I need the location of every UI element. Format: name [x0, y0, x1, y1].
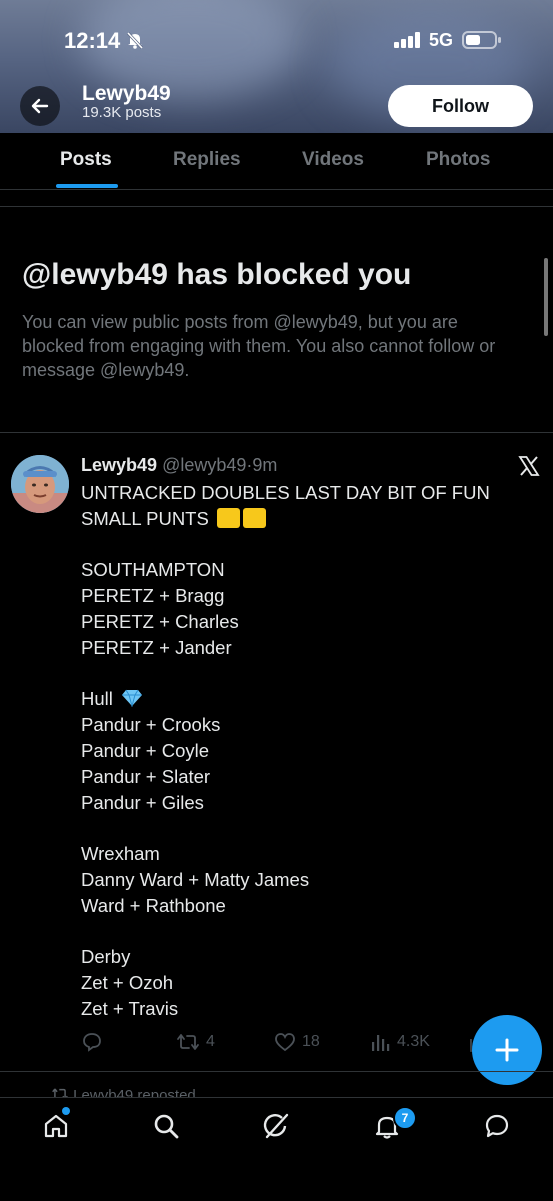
tweet-line	[81, 532, 531, 558]
arrow-left-icon	[31, 98, 49, 114]
tweet-line: Pandur + Giles	[81, 791, 204, 813]
like-count: 18	[302, 1033, 320, 1050]
tab-replies[interactable]: Replies	[173, 149, 241, 171]
reply-button[interactable]	[81, 1030, 109, 1054]
retweet-count: 4	[206, 1033, 215, 1050]
tab-videos[interactable]: Videos	[302, 149, 364, 171]
bottom-nav	[0, 1097, 553, 1201]
gem-icon	[122, 690, 143, 709]
tweet-line: PERETZ + Charles	[81, 610, 239, 632]
profile-name: Lewyb49	[82, 82, 171, 105]
tweet-line: Ward + Rathbone	[81, 894, 226, 916]
tweet-author-name[interactable]: Lewyb49	[81, 455, 157, 475]
active-tab-indicator	[56, 184, 118, 188]
home-unread-dot	[62, 1107, 70, 1115]
x-logo-icon	[518, 456, 540, 476]
bar-chart-icon	[372, 1035, 390, 1051]
tweet-line	[81, 815, 531, 841]
status-time: 12:14	[64, 28, 121, 53]
tweet-line-with-emoji: Hull	[81, 686, 531, 712]
tweet-line	[81, 661, 531, 687]
compose-button[interactable]	[472, 1015, 542, 1085]
tweet-line: Zet + Ozoh	[81, 972, 174, 994]
yellow-square-icon	[216, 507, 240, 528]
plus-icon	[495, 1038, 519, 1062]
profile-tabs: Posts Replies Videos Photos	[0, 133, 553, 190]
divider	[0, 432, 553, 433]
tweet-line: PERETZ + Jander	[81, 636, 232, 658]
notification-badge: 7	[393, 1106, 417, 1130]
tweet-line: Zet + Travis	[81, 997, 179, 1019]
tweet-line	[81, 919, 531, 945]
tweet-line: Pandur + Slater	[81, 765, 211, 787]
grok-icon[interactable]	[262, 1112, 290, 1140]
tweet-handle[interactable]: @lewyb49	[162, 455, 246, 475]
divider	[0, 206, 553, 207]
tweet-line-with-emoji: SMALL PUNTS	[81, 506, 531, 532]
bell-off-icon	[126, 31, 144, 50]
tab-photos[interactable]: Photos	[426, 149, 490, 171]
tweet-line: UNTRACKED DOUBLES LAST DAY BIT OF FUN	[81, 482, 490, 503]
views-button[interactable]: 4.3K	[371, 1030, 430, 1054]
retweet-icon	[177, 1034, 199, 1050]
retweet-button[interactable]: 4	[176, 1030, 215, 1054]
follow-button[interactable]: Follow	[388, 85, 533, 127]
network-label: 5G	[429, 30, 454, 50]
yellow-square-icon	[242, 507, 266, 528]
tweet-line: PERETZ + Bragg	[81, 585, 225, 607]
messages-icon[interactable]	[483, 1112, 511, 1140]
search-icon[interactable]	[152, 1112, 180, 1140]
blocked-title: @lewyb49 has blocked you	[22, 258, 412, 291]
tweet-time: 9m	[252, 455, 278, 475]
battery-icon	[462, 31, 501, 49]
tab-posts[interactable]: Posts	[60, 149, 112, 171]
tweet-header: Lewyb49 @lewyb49·9m	[81, 455, 278, 475]
scrollbar[interactable]	[544, 258, 548, 336]
tweet-body[interactable]: UNTRACKED DOUBLES LAST DAY BIT OF FUN SM…	[81, 480, 531, 1022]
tweet-line: Pandur + Crooks	[81, 714, 221, 736]
signal-icon	[394, 32, 420, 48]
profile-posts-count: 19.3K posts	[82, 104, 162, 121]
tweet-line: Pandur + Coyle	[81, 739, 210, 761]
tweet-line: SOUTHAMPTON	[81, 559, 225, 581]
like-button[interactable]: 18	[274, 1030, 320, 1054]
blocked-description: You can view public posts from @lewyb49,…	[22, 312, 496, 380]
tweet-line: Danny Ward + Matty James	[81, 868, 310, 890]
reply-icon	[83, 1033, 101, 1052]
avatar[interactable]	[11, 455, 69, 513]
heart-icon	[275, 1033, 295, 1052]
tweet-line: Wrexham	[81, 843, 160, 865]
tweet-actions: 4 18 4.3K	[81, 1030, 521, 1056]
divider	[0, 1071, 553, 1072]
back-button[interactable]	[20, 86, 60, 126]
tweet-line: Derby	[81, 946, 131, 968]
view-count: 4.3K	[397, 1033, 430, 1050]
home-icon[interactable]	[42, 1112, 70, 1140]
